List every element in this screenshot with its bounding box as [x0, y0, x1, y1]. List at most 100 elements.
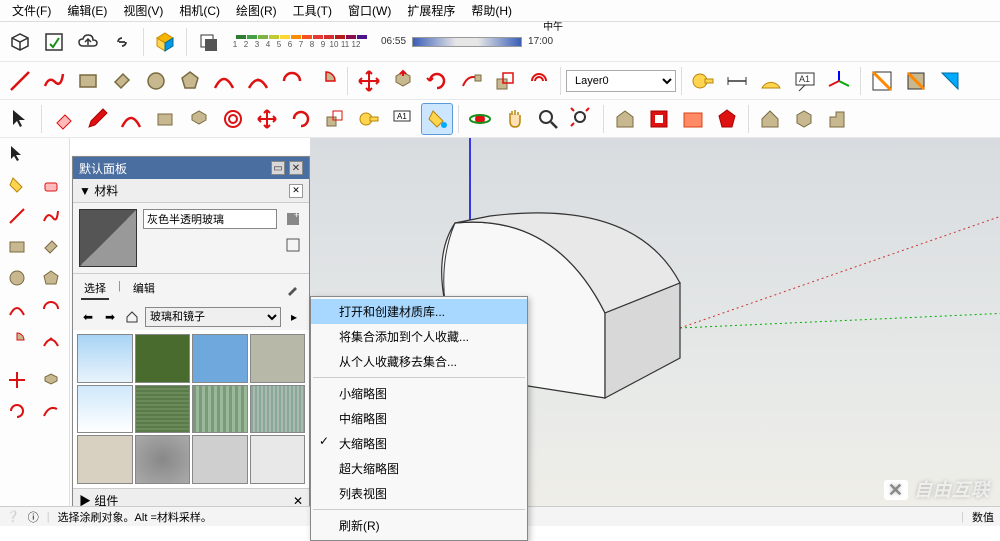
- model-info-icon[interactable]: [4, 26, 36, 58]
- select-tool-icon[interactable]: [2, 140, 32, 168]
- house-icon[interactable]: [754, 103, 786, 135]
- scale-icon[interactable]: [489, 65, 521, 97]
- followme-icon[interactable]: [455, 65, 487, 97]
- dimension-icon[interactable]: [721, 65, 753, 97]
- library-menu-icon[interactable]: ▸: [285, 308, 303, 326]
- building-icon[interactable]: [822, 103, 854, 135]
- forward-icon[interactable]: ➡: [101, 308, 119, 326]
- arc-tool4-icon[interactable]: [36, 326, 66, 354]
- arc-tool2-icon[interactable]: [2, 295, 32, 323]
- move-tool-icon[interactable]: [2, 366, 32, 394]
- menu-file[interactable]: 文件(F): [4, 2, 59, 19]
- menu-camera[interactable]: 相机(C): [171, 2, 228, 19]
- context-menu-item[interactable]: 打开和创建材质库...: [311, 299, 527, 324]
- warehouse-icon[interactable]: [609, 103, 641, 135]
- rectangle-icon[interactable]: [72, 65, 104, 97]
- move-icon[interactable]: [353, 65, 385, 97]
- context-menu-item[interactable]: 超大缩略图: [311, 456, 527, 481]
- pushpull-icon[interactable]: [387, 65, 419, 97]
- create-material-icon[interactable]: +: [283, 209, 303, 229]
- polygon-tool-icon[interactable]: [36, 264, 66, 292]
- rotate-tool-icon[interactable]: [2, 397, 32, 425]
- arc-tool3-icon[interactable]: [36, 295, 66, 323]
- polygon-icon[interactable]: [174, 65, 206, 97]
- zoom-extents-icon[interactable]: [566, 103, 598, 135]
- material-thumb[interactable]: [250, 435, 306, 484]
- eyedropper-icon[interactable]: [285, 281, 301, 297]
- context-menu-item[interactable]: 中缩略图: [311, 406, 527, 431]
- link-icon[interactable]: [106, 26, 138, 58]
- material-preview[interactable]: [79, 209, 137, 267]
- circle-icon[interactable]: [140, 65, 172, 97]
- rotate-icon[interactable]: [421, 65, 453, 97]
- 3dwarehouse-icon[interactable]: [677, 103, 709, 135]
- context-menu-item[interactable]: 将集合添加到个人收藏...: [311, 324, 527, 349]
- tab-edit[interactable]: 编辑: [130, 278, 158, 300]
- menu-tools[interactable]: 工具(T): [285, 2, 340, 19]
- box-icon[interactable]: [788, 103, 820, 135]
- context-menu-item[interactable]: 从个人收藏移去集合...: [311, 349, 527, 374]
- zoom-icon[interactable]: [532, 103, 564, 135]
- menu-draw[interactable]: 绘图(R): [228, 2, 285, 19]
- arc-icon[interactable]: [208, 65, 240, 97]
- material-thumb[interactable]: [77, 334, 133, 383]
- cloud-icon[interactable]: [72, 26, 104, 58]
- material-thumb[interactable]: [250, 334, 306, 383]
- material-thumb[interactable]: [77, 385, 133, 434]
- material-thumb[interactable]: [135, 435, 191, 484]
- tab-select[interactable]: 选择: [81, 278, 109, 300]
- pencil-icon[interactable]: [81, 103, 113, 135]
- offset2-icon[interactable]: [217, 103, 249, 135]
- time-bar[interactable]: 06:55 17:00: [381, 36, 553, 47]
- material-thumb[interactable]: [250, 385, 306, 434]
- shape-tool-icon[interactable]: [149, 103, 181, 135]
- ruby-icon[interactable]: [711, 103, 743, 135]
- material-thumb[interactable]: [192, 385, 248, 434]
- axes-icon[interactable]: [823, 65, 855, 97]
- shadow-toggle-icon[interactable]: [192, 26, 224, 58]
- pie-icon[interactable]: [310, 65, 342, 97]
- menu-help[interactable]: 帮助(H): [463, 2, 520, 19]
- tape2-icon[interactable]: [353, 103, 385, 135]
- panel-titlebar[interactable]: 默认面板 ▭✕: [73, 157, 309, 179]
- scale2-icon[interactable]: [319, 103, 351, 135]
- text2-icon[interactable]: A1: [387, 103, 419, 135]
- pan-icon[interactable]: [498, 103, 530, 135]
- context-menu-item[interactable]: 列表视图: [311, 481, 527, 506]
- component-icon[interactable]: [643, 103, 675, 135]
- section-icon[interactable]: [866, 65, 898, 97]
- section-fill-icon[interactable]: [934, 65, 966, 97]
- arc-tool-icon[interactable]: [115, 103, 147, 135]
- material-thumb[interactable]: [135, 334, 191, 383]
- paint-bucket-icon[interactable]: [421, 103, 453, 135]
- menu-edit[interactable]: 编辑(E): [59, 2, 115, 19]
- arc2-icon[interactable]: [242, 65, 274, 97]
- section-close-icon[interactable]: ✕: [289, 184, 303, 198]
- section-display-icon[interactable]: [900, 65, 932, 97]
- line-tool-icon[interactable]: [2, 202, 32, 230]
- pushpull2-icon[interactable]: [183, 103, 215, 135]
- pushpull-tool-icon[interactable]: [36, 366, 66, 394]
- time-gradient[interactable]: [412, 37, 522, 47]
- material-thumb[interactable]: [192, 435, 248, 484]
- panel-section-header[interactable]: ▼ 材料 ✕: [73, 179, 309, 203]
- material-thumb[interactable]: [77, 435, 133, 484]
- extension-warehouse-icon[interactable]: [149, 26, 181, 58]
- menu-extensions[interactable]: 扩展程序: [399, 2, 463, 19]
- menu-window[interactable]: 窗口(W): [340, 2, 399, 19]
- panel-pin-icon[interactable]: ▭: [271, 161, 285, 175]
- back-icon[interactable]: ⬅: [79, 308, 97, 326]
- menu-view[interactable]: 视图(V): [115, 2, 171, 19]
- material-name-input[interactable]: [143, 209, 277, 229]
- status-help-icon[interactable]: ❔: [6, 510, 20, 523]
- layer-select[interactable]: Layer0: [566, 70, 676, 92]
- rotate2-icon[interactable]: [285, 103, 317, 135]
- arc3-icon[interactable]: [276, 65, 308, 97]
- library-select[interactable]: 玻璃和镜子: [145, 307, 281, 327]
- pie-tool-icon[interactable]: [2, 326, 32, 354]
- rect-tool-icon[interactable]: [2, 233, 32, 261]
- context-menu-item[interactable]: ✓大缩略图: [311, 431, 527, 456]
- move2-icon[interactable]: [251, 103, 283, 135]
- eraser-icon[interactable]: [47, 103, 79, 135]
- material-thumb[interactable]: [135, 385, 191, 434]
